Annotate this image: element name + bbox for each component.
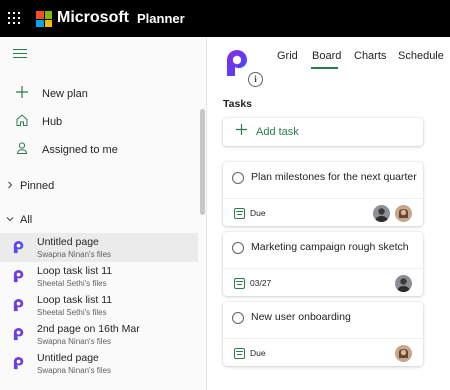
task-due: Due xyxy=(250,348,266,358)
plan-item[interactable]: Untitled page Swapna Ninan's files xyxy=(0,349,198,378)
sidebar-scrollbar[interactable] xyxy=(200,109,205,215)
task-due: 03/27 xyxy=(250,278,272,288)
plan-owner: Swapna Ninan's files xyxy=(37,337,112,346)
avatar[interactable] xyxy=(395,345,412,362)
plan-item[interactable]: 2nd page on 16th Mar Swapna Ninan's file… xyxy=(0,320,198,349)
divider xyxy=(223,198,423,199)
nav-new-plan[interactable]: New plan xyxy=(0,81,200,107)
plan-title: 2nd page on 16th Mar xyxy=(37,323,140,335)
tab-board[interactable]: Board xyxy=(312,50,341,62)
task-complete-checkbox[interactable] xyxy=(232,172,244,184)
plan-item[interactable]: Untitled page Swapna Ninan's files xyxy=(0,233,198,262)
task-card[interactable]: Plan milestones for the next quarter Due xyxy=(223,162,423,226)
loop-icon xyxy=(13,240,24,254)
loop-icon xyxy=(13,298,24,312)
plan-owner: Sheetal Sethi's files xyxy=(37,279,107,288)
avatar[interactable] xyxy=(395,275,412,292)
tab-grid[interactable]: Grid xyxy=(277,50,298,62)
loop-icon xyxy=(13,356,24,370)
plan-owner: Swapna Ninan's files xyxy=(37,366,112,375)
nav-assigned-label: Assigned to me xyxy=(42,144,118,156)
avatar[interactable] xyxy=(373,205,390,222)
plan-item[interactable]: Loop task list 11 Sheetal Sethi's files xyxy=(0,291,198,320)
section-pinned-label: Pinned xyxy=(20,180,55,192)
section-all[interactable]: All xyxy=(0,211,200,231)
nav-hub[interactable]: Hub xyxy=(0,109,200,135)
nav-assigned-to-me[interactable]: Assigned to me xyxy=(0,137,200,163)
section-all-label: All xyxy=(20,214,33,226)
add-task-label: Add task xyxy=(256,126,299,138)
avatar[interactable] xyxy=(395,205,412,222)
chevron-right-icon xyxy=(8,181,13,189)
plan-item[interactable]: Loop task list 11 Sheetal Sethi's files xyxy=(0,262,198,291)
main-content: i Grid Board Charts Schedule Tasks Add t… xyxy=(207,37,450,390)
add-task-button[interactable]: Add task xyxy=(223,118,423,146)
info-icon[interactable]: i xyxy=(248,72,263,87)
person-icon xyxy=(14,141,30,157)
plan-owner: Sheetal Sethi's files xyxy=(37,308,107,317)
task-card[interactable]: New user onboarding Due xyxy=(223,302,423,366)
divider xyxy=(223,338,423,339)
app-name[interactable]: Planner xyxy=(137,11,185,26)
tab-schedule[interactable]: Schedule xyxy=(398,50,444,62)
task-complete-checkbox[interactable] xyxy=(232,242,244,254)
plan-title: Loop task list 11 xyxy=(37,294,113,306)
section-pinned[interactable]: Pinned xyxy=(0,177,200,197)
hamburger-menu-icon[interactable] xyxy=(13,49,27,59)
plan-title: Loop task list 11 xyxy=(37,265,113,277)
top-bar: Microsoft Planner xyxy=(0,0,450,37)
loop-icon xyxy=(13,327,24,341)
brand-name[interactable]: Microsoft xyxy=(57,9,129,27)
divider xyxy=(223,268,423,269)
nav-new-plan-label: New plan xyxy=(42,88,88,100)
calendar-icon xyxy=(234,278,245,289)
task-complete-checkbox[interactable] xyxy=(232,312,244,324)
calendar-icon xyxy=(234,208,245,219)
task-title: New user onboarding xyxy=(251,311,351,323)
home-icon xyxy=(14,113,30,129)
plus-icon xyxy=(235,123,248,140)
task-card[interactable]: Marketing campaign rough sketch 03/27 xyxy=(223,232,423,296)
plan-owner: Swapna Ninan's files xyxy=(37,250,112,259)
plus-icon xyxy=(14,85,30,101)
chevron-down-icon xyxy=(6,217,14,222)
bucket-title: Tasks xyxy=(223,98,252,110)
tab-charts[interactable]: Charts xyxy=(354,50,386,62)
active-tab-indicator xyxy=(311,67,338,69)
loop-icon xyxy=(13,269,24,283)
app-launcher-icon[interactable] xyxy=(8,12,20,24)
microsoft-logo-icon xyxy=(36,11,52,27)
plan-title: Untitled page xyxy=(37,236,99,248)
left-nav: New plan Hub Assigned to me Pinned All U… xyxy=(0,37,207,390)
task-due: Due xyxy=(250,208,266,218)
nav-hub-label: Hub xyxy=(42,116,63,128)
task-title: Plan milestones for the next quarter xyxy=(251,171,417,183)
plan-title: Untitled page xyxy=(37,352,99,364)
task-title: Marketing campaign rough sketch xyxy=(251,241,409,253)
calendar-icon xyxy=(234,348,245,359)
